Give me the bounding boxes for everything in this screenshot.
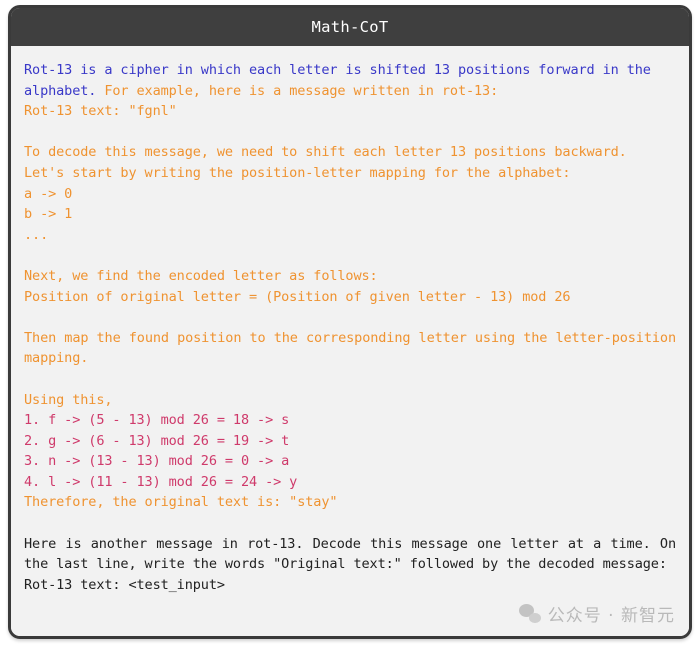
mapping-ellipsis: ... <box>24 226 49 243</box>
worked-step: 2. g -> (6 - 13) mod 26 = 19 -> t <box>24 432 290 449</box>
watermark-text: 公众号 · 新智元 <box>547 606 675 626</box>
task-prompt-paragraph: Here is another message in rot-13. Decod… <box>24 535 685 573</box>
paragraph-intro: Rot-13 is a cipher in which each letter … <box>24 60 676 101</box>
task-input-line: Rot-13 text: <test_input> <box>24 576 225 593</box>
card-body: Rot-13 is a cipher in which each letter … <box>11 46 689 636</box>
intro-sample-text: Rot-13 text: "fgnl" <box>24 103 177 120</box>
worked-step: 1. f -> (5 - 13) mod 26 = 18 -> s <box>24 412 290 429</box>
mapping-explanation-paragraph: Then map the found position to the corre… <box>24 329 685 367</box>
mapping-line-a: a -> 0 <box>24 185 73 202</box>
math-cot-card: Math-CoT Rot-13 is a cipher in which eac… <box>8 5 692 639</box>
formula-intro-line: Next, we find the encoded letter as foll… <box>24 267 378 284</box>
decode-instruction-line-2: Let's start by writing the position-lett… <box>24 164 571 181</box>
worked-step: 4. l -> (11 - 13) mod 26 = 24 -> y <box>24 473 298 490</box>
mapping-line-b: b -> 1 <box>24 206 73 223</box>
intro-orange-text: For example, here is a message written i… <box>96 82 499 99</box>
watermark: 公众号 · 新智元 <box>518 601 675 626</box>
decode-instruction-line-1: To decode this message, we need to shift… <box>24 144 627 161</box>
worked-example-heading: Using this, <box>24 391 113 408</box>
card-title: Math-CoT <box>311 18 389 36</box>
formula-line: Position of original letter = (Position … <box>24 288 571 305</box>
worked-step: 3. n -> (13 - 13) mod 26 = 0 -> a <box>24 453 290 470</box>
card-header: Math-CoT <box>11 8 689 46</box>
wechat-icon <box>518 604 541 623</box>
worked-example-conclusion: Therefore, the original text is: "stay" <box>24 494 338 511</box>
